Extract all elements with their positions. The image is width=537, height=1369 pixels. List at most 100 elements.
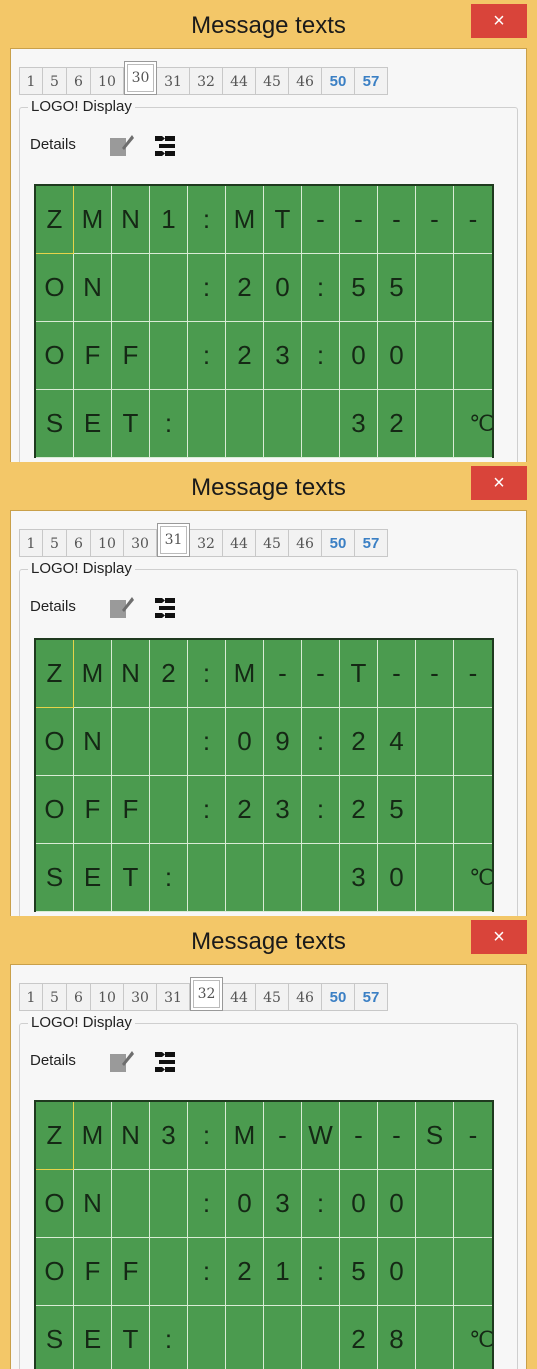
lcd-cell[interactable]: 2 [226, 322, 264, 390]
tab-44[interactable]: 44 [223, 529, 256, 557]
lcd-cell[interactable]: M [74, 186, 112, 254]
tab-10[interactable]: 10 [91, 529, 124, 557]
lcd-cell[interactable]: 5 [340, 1238, 378, 1306]
lcd-cell[interactable]: - [378, 186, 416, 254]
tab-6[interactable]: 6 [67, 983, 91, 1011]
lcd-cell[interactable]: N [112, 640, 150, 708]
lcd-cell[interactable]: O [36, 708, 74, 776]
lcd-cell[interactable]: 2 [340, 776, 378, 844]
tab-31[interactable]: 31 [157, 67, 190, 95]
tab-46[interactable]: 46 [289, 67, 322, 95]
tab-57[interactable]: 57 [355, 67, 388, 95]
lcd-cell[interactable]: : [188, 322, 226, 390]
lcd-cell[interactable]: 2 [226, 1238, 264, 1306]
lcd-cell[interactable] [454, 322, 492, 390]
tab-30[interactable]: 30 [124, 61, 157, 95]
lcd-cell[interactable] [150, 1238, 188, 1306]
lcd-cell[interactable]: : [302, 254, 340, 322]
tab-50[interactable]: 50 [322, 67, 355, 95]
flow-toggle-icon[interactable] [154, 134, 180, 158]
tab-46[interactable]: 46 [289, 529, 322, 557]
lcd-cell[interactable]: 0 [340, 322, 378, 390]
lcd-cell[interactable]: : [302, 708, 340, 776]
lcd-cell[interactable]: : [188, 1170, 226, 1238]
lcd-cell[interactable]: F [74, 776, 112, 844]
tab-30[interactable]: 30 [124, 529, 157, 557]
lcd-cell[interactable] [150, 254, 188, 322]
lcd-cell[interactable] [454, 776, 492, 844]
lcd-cell[interactable] [264, 390, 302, 458]
lcd-cell[interactable]: E [74, 390, 112, 458]
lcd-cell[interactable]: T [112, 844, 150, 912]
lcd-cell[interactable] [150, 1170, 188, 1238]
tab-32[interactable]: 32 [190, 977, 223, 1011]
lcd-cell[interactable]: : [188, 1102, 226, 1170]
lcd-cell[interactable]: 0 [226, 708, 264, 776]
lcd-cell[interactable]: S [36, 1306, 74, 1369]
lcd-cell[interactable] [416, 254, 454, 322]
lcd-cell[interactable] [416, 1238, 454, 1306]
lcd-cell[interactable]: Z [36, 640, 74, 708]
lcd-cell[interactable]: - [340, 186, 378, 254]
lcd-cell[interactable]: Z [36, 186, 74, 254]
lcd-cell[interactable] [302, 390, 340, 458]
lcd-cell[interactable]: 8 [378, 1306, 416, 1369]
lcd-cell[interactable]: 0 [378, 322, 416, 390]
lcd-cell[interactable] [112, 708, 150, 776]
lcd-cell[interactable] [454, 1170, 492, 1238]
lcd-cell[interactable]: 4 [378, 708, 416, 776]
lcd-cell[interactable]: O [36, 1170, 74, 1238]
tab-45[interactable]: 45 [256, 529, 289, 557]
lcd-cell[interactable] [416, 708, 454, 776]
lcd-cell[interactable]: 5 [378, 254, 416, 322]
window-titlebar[interactable]: Message texts × [0, 462, 537, 510]
edit-tool-icon[interactable] [108, 594, 134, 620]
lcd-cell[interactable]: 3 [264, 322, 302, 390]
close-button[interactable]: × [471, 4, 527, 38]
lcd-cell[interactable]: 2 [340, 708, 378, 776]
lcd-cell[interactable]: : [188, 254, 226, 322]
lcd-cell[interactable]: T [340, 640, 378, 708]
lcd-cell[interactable]: - [378, 1102, 416, 1170]
tab-5[interactable]: 5 [43, 67, 67, 95]
lcd-cell[interactable]: 0 [226, 1170, 264, 1238]
close-button[interactable]: × [471, 466, 527, 500]
flow-toggle-icon[interactable] [154, 1050, 180, 1074]
lcd-cell[interactable]: N [74, 708, 112, 776]
lcd-cell[interactable]: M [74, 1102, 112, 1170]
lcd-cell[interactable]: 3 [340, 390, 378, 458]
lcd-cell[interactable]: 0 [264, 254, 302, 322]
lcd-cell[interactable]: - [264, 640, 302, 708]
lcd-cell[interactable]: 3 [264, 1170, 302, 1238]
lcd-cell[interactable]: : [302, 776, 340, 844]
lcd-cell[interactable]: 2 [340, 1306, 378, 1369]
lcd-cell[interactable]: E [74, 1306, 112, 1369]
lcd-cell[interactable] [416, 776, 454, 844]
lcd-cell[interactable]: : [150, 390, 188, 458]
flow-toggle-icon[interactable] [154, 596, 180, 620]
lcd-cell[interactable]: - [454, 1102, 492, 1170]
lcd-cell[interactable] [416, 1306, 454, 1369]
lcd-cell[interactable] [416, 322, 454, 390]
tab-31[interactable]: 31 [157, 983, 190, 1011]
lcd-cell[interactable]: F [74, 1238, 112, 1306]
lcd-cell[interactable] [150, 708, 188, 776]
lcd-cell[interactable]: - [378, 640, 416, 708]
lcd-cell[interactable]: N [74, 1170, 112, 1238]
lcd-cell[interactable] [264, 1306, 302, 1369]
tab-1[interactable]: 1 [19, 529, 43, 557]
lcd-cell[interactable] [188, 844, 226, 912]
tab-45[interactable]: 45 [256, 67, 289, 95]
lcd-cell[interactable]: : [188, 1238, 226, 1306]
lcd-cell[interactable] [226, 1306, 264, 1369]
lcd-cell[interactable]: O [36, 254, 74, 322]
tab-6[interactable]: 6 [67, 529, 91, 557]
lcd-cell[interactable]: S [36, 390, 74, 458]
lcd-cell[interactable]: 0 [340, 1170, 378, 1238]
lcd-cell[interactable]: 1 [264, 1238, 302, 1306]
lcd-cell[interactable]: : [302, 322, 340, 390]
lcd-cell[interactable] [416, 1170, 454, 1238]
lcd-cell[interactable]: E [74, 844, 112, 912]
tab-1[interactable]: 1 [19, 983, 43, 1011]
lcd-cell[interactable]: 2 [378, 390, 416, 458]
